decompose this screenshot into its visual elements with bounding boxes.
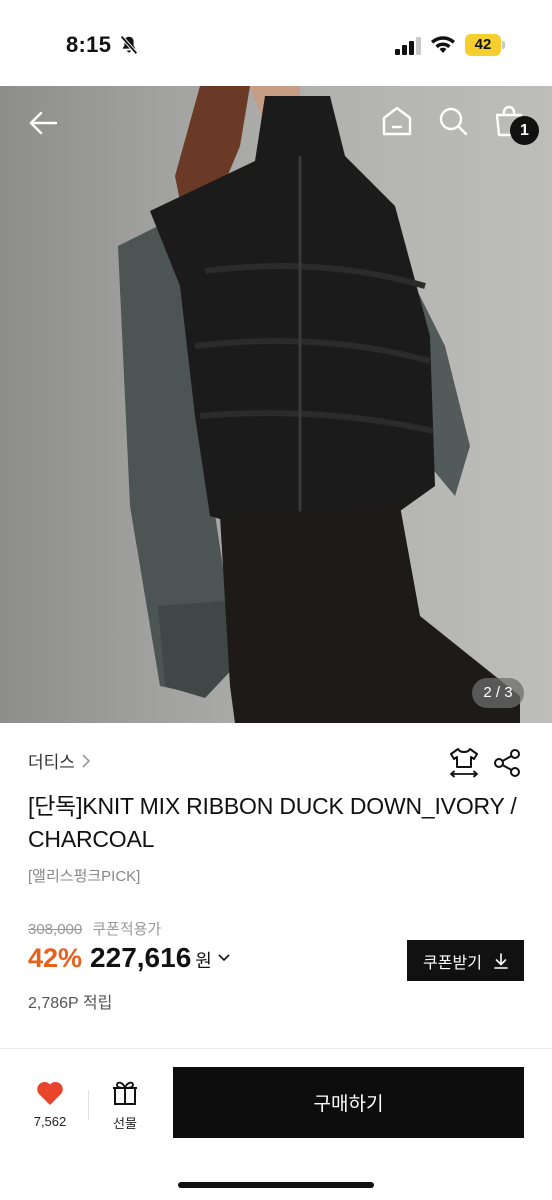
get-coupon-label: 쿠폰받기 [423,954,482,972]
original-price: 308,000 [28,921,83,938]
back-arrow-icon[interactable] [26,106,60,140]
product-image-carousel[interactable]: 1 2 / 3 [0,86,552,723]
like-button[interactable]: 7,562 [18,1078,82,1138]
battery-level: 42 [474,36,492,53]
heart-icon [37,1081,63,1105]
gift-label: 선물 [113,1116,137,1131]
chevron-down-icon [218,954,230,962]
chevron-right-icon [82,753,91,768]
brand-link[interactable]: 더티스 [28,748,91,773]
product-title: [단독]KNIT MIX RIBBON DUCK DOWN_IVORY / CH… [28,793,517,852]
cellular-signal-icon [395,37,421,55]
bell-muted-icon [120,35,138,55]
home-indicator [178,1182,374,1188]
sale-price: 227,616 [90,942,192,973]
product-photo [118,86,520,723]
status-bar: 8:15 42 [0,0,552,86]
reward-points: 2,786P 적립 [28,995,113,1012]
search-icon[interactable] [436,104,470,138]
download-icon [494,952,508,969]
size-fit-icon[interactable] [448,746,480,780]
wifi-icon [431,36,455,53]
battery-indicator: 42 [465,34,505,56]
price-row[interactable]: 42% 227,616 원 [28,942,230,974]
product-tag: [앨리스펑크PICK] [28,868,141,885]
get-coupon-button[interactable]: 쿠폰받기 [407,940,524,981]
cart-count-badge: 1 [510,116,539,145]
like-count: 7,562 [33,1114,67,1129]
buy-label: 구매하기 [313,1094,384,1115]
gift-button[interactable]: 선물 [96,1078,154,1138]
brand-name: 더티스 [28,753,75,772]
section-divider [0,1048,552,1049]
currency-label: 원 [195,951,212,971]
status-time: 8:15 [66,32,112,57]
buy-button[interactable]: 구매하기 [173,1067,524,1138]
home-icon[interactable] [380,104,414,138]
bar-divider [88,1090,89,1120]
share-icon[interactable] [492,748,522,778]
original-price-row: 308,000 쿠폰적용가 [28,918,161,939]
discount-rate: 42% [28,943,83,973]
gift-icon [113,1081,137,1105]
image-counter: 2 / 3 [472,678,524,708]
bottom-action-bar: 7,562 선물 구매하기 [0,1050,552,1200]
coupon-price-label: 쿠폰적용가 [92,921,162,938]
